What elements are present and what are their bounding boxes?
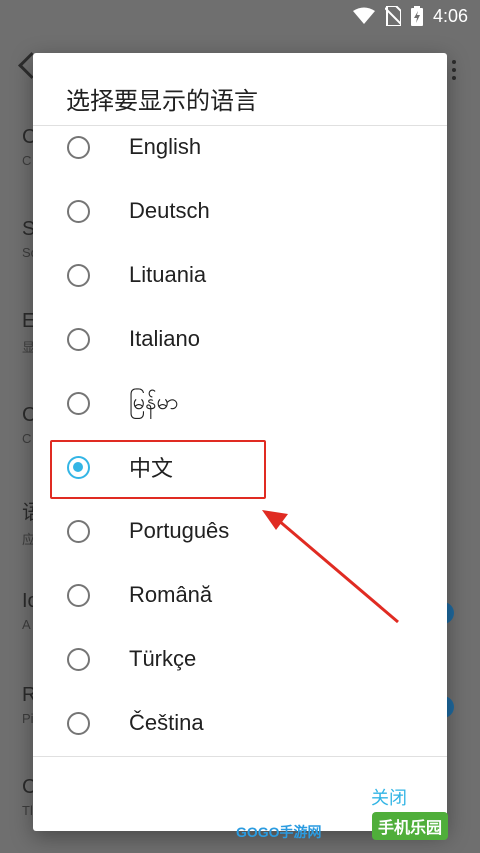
language-option-italiano[interactable]: Italiano xyxy=(33,307,447,371)
language-option-cestina[interactable]: Čeština xyxy=(33,691,447,755)
language-label: မြန်မာ xyxy=(129,388,179,414)
radio-button[interactable] xyxy=(67,647,90,671)
no-sim-icon xyxy=(384,6,401,26)
watermark-logo: 手机乐园 xyxy=(372,812,449,840)
language-option-lituania[interactable]: Lituania xyxy=(33,243,447,307)
battery-charging-icon xyxy=(410,6,423,26)
clock: 4:06 xyxy=(432,5,468,26)
status-bar: 4:06 xyxy=(0,0,480,32)
radio-button[interactable] xyxy=(67,391,90,415)
radio-button[interactable] xyxy=(67,711,90,735)
language-label: Română xyxy=(129,582,213,607)
overflow-menu-icon xyxy=(452,60,456,84)
language-option-portugues[interactable]: Português xyxy=(33,499,447,563)
radio-button[interactable] xyxy=(67,135,90,159)
radio-button[interactable] xyxy=(67,327,90,351)
language-label: English xyxy=(129,134,202,159)
language-option-turkce[interactable]: Türkçe xyxy=(33,627,447,691)
divider xyxy=(33,756,447,757)
radio-button[interactable] xyxy=(67,519,90,543)
dialog-title: 选择要显示的语言 xyxy=(66,88,258,115)
close-button[interactable]: 关闭 xyxy=(371,784,407,810)
annotation-highlight-box xyxy=(50,440,266,499)
radio-button[interactable] xyxy=(67,199,90,223)
language-option-myanmar[interactable]: မြန်မာ xyxy=(33,371,447,435)
language-label: Italiano xyxy=(129,326,200,351)
language-label: Türkçe xyxy=(129,646,197,671)
watermark-logo: GOGO手游网 xyxy=(236,824,322,840)
wifi-icon xyxy=(352,7,375,24)
language-option-deutsch[interactable]: Deutsch xyxy=(33,179,447,243)
language-label: Lituania xyxy=(129,262,207,287)
language-option-english[interactable]: English xyxy=(33,126,447,179)
language-option-romana[interactable]: Română xyxy=(33,563,447,627)
radio-button[interactable] xyxy=(67,583,90,607)
radio-button[interactable] xyxy=(67,263,90,287)
language-label: Português xyxy=(129,518,230,543)
language-label: Čeština xyxy=(129,710,204,735)
language-label: Deutsch xyxy=(129,198,210,223)
